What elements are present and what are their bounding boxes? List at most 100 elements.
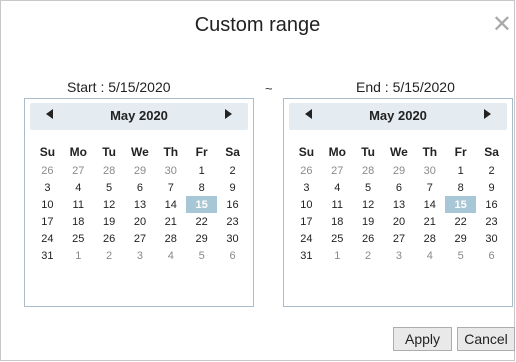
day-cell[interactable]: 8 [445, 179, 476, 196]
day-cell[interactable]: 28 [155, 230, 186, 247]
day-cell[interactable]: 19 [94, 213, 125, 230]
day-cell[interactable]: 26 [291, 162, 322, 179]
day-cell[interactable]: 17 [291, 213, 322, 230]
day-cell[interactable]: 10 [32, 196, 63, 213]
weekday-label: Fr [454, 145, 467, 159]
day-cell[interactable]: 28 [94, 162, 125, 179]
next-month-icon[interactable] [225, 109, 232, 119]
selected-day-cell[interactable]: 15 [186, 196, 218, 213]
day-cell[interactable]: 24 [291, 230, 322, 247]
day-cell[interactable]: 27 [125, 230, 156, 247]
day-cell[interactable]: 7 [414, 179, 445, 196]
day-cell[interactable]: 1 [186, 162, 217, 179]
week-row: 10 11 12 13 14 15 16 [291, 196, 507, 213]
day-cell[interactable]: 5 [445, 247, 476, 264]
day-cell[interactable]: 30 [414, 162, 445, 179]
day-cell[interactable]: 28 [353, 162, 384, 179]
day-cell[interactable]: 30 [476, 230, 507, 247]
week-row: 31 1 2 3 4 5 6 [32, 247, 248, 264]
cancel-button[interactable]: Cancel [457, 327, 515, 351]
day-cell[interactable]: 27 [322, 162, 353, 179]
day-cell[interactable]: 2 [476, 162, 507, 179]
day-cell[interactable]: 14 [155, 196, 186, 213]
day-cell[interactable]: 5 [186, 247, 217, 264]
day-cell[interactable]: 6 [384, 179, 415, 196]
day-cell[interactable]: 1 [63, 247, 94, 264]
week-row: 10 11 12 13 14 15 16 [32, 196, 248, 213]
day-cell[interactable]: 29 [186, 230, 217, 247]
day-cell[interactable]: 4 [63, 179, 94, 196]
day-cell[interactable]: 23 [476, 213, 507, 230]
weekday-label: Sa [225, 145, 240, 159]
day-cell[interactable]: 12 [353, 196, 384, 213]
next-month-icon[interactable] [484, 109, 491, 119]
day-cell[interactable]: 4 [322, 179, 353, 196]
day-cell[interactable]: 16 [476, 196, 507, 213]
day-cell[interactable]: 25 [63, 230, 94, 247]
weekday-label: Su [39, 145, 56, 159]
day-cell[interactable]: 4 [414, 247, 445, 264]
day-cell[interactable]: 30 [155, 162, 186, 179]
day-cell[interactable]: 11 [322, 196, 353, 213]
day-cell[interactable]: 26 [94, 230, 125, 247]
day-cell[interactable]: 18 [63, 213, 94, 230]
day-cell[interactable]: 21 [414, 213, 445, 230]
day-cell[interactable]: 2 [94, 247, 125, 264]
day-cell[interactable]: 10 [291, 196, 322, 213]
close-icon[interactable]: ✕ [492, 13, 512, 37]
day-cell[interactable]: 24 [32, 230, 63, 247]
day-cell[interactable]: 9 [476, 179, 507, 196]
day-cell[interactable]: 22 [445, 213, 476, 230]
day-cell[interactable]: 20 [125, 213, 156, 230]
weekday-label: Fr [195, 145, 208, 159]
day-cell[interactable]: 8 [186, 179, 217, 196]
day-cell[interactable]: 29 [445, 230, 476, 247]
day-cell[interactable]: 7 [155, 179, 186, 196]
day-cell[interactable]: 6 [476, 247, 507, 264]
day-cell[interactable]: 5 [94, 179, 125, 196]
day-cell[interactable]: 1 [322, 247, 353, 264]
day-cell[interactable]: 9 [217, 179, 248, 196]
day-cell[interactable]: 17 [32, 213, 63, 230]
day-cell[interactable]: 2 [217, 162, 248, 179]
day-cell[interactable]: 1 [445, 162, 476, 179]
day-cell[interactable]: 11 [63, 196, 94, 213]
day-cell[interactable]: 5 [353, 179, 384, 196]
day-cell[interactable]: 31 [291, 247, 322, 264]
selected-day-cell[interactable]: 15 [445, 196, 477, 213]
month-title[interactable]: May 2020 [289, 108, 507, 123]
day-cell[interactable]: 13 [125, 196, 156, 213]
day-cell[interactable]: 21 [155, 213, 186, 230]
day-cell[interactable]: 26 [32, 162, 63, 179]
day-cell[interactable]: 6 [217, 247, 248, 264]
weekday-row: Su Mo Tu We Th Fr Sa [32, 142, 248, 162]
day-cell[interactable]: 27 [63, 162, 94, 179]
day-cell[interactable]: 25 [322, 230, 353, 247]
day-cell[interactable]: 4 [155, 247, 186, 264]
day-cell[interactable]: 3 [384, 247, 415, 264]
month-title[interactable]: May 2020 [30, 108, 248, 123]
day-cell[interactable]: 3 [32, 179, 63, 196]
day-cell[interactable]: 2 [353, 247, 384, 264]
day-cell[interactable]: 20 [384, 213, 415, 230]
day-cell[interactable]: 29 [125, 162, 156, 179]
day-cell[interactable]: 22 [186, 213, 217, 230]
day-cell[interactable]: 19 [353, 213, 384, 230]
day-cell[interactable]: 6 [125, 179, 156, 196]
day-cell[interactable]: 30 [217, 230, 248, 247]
day-cell[interactable]: 12 [94, 196, 125, 213]
day-cell[interactable]: 3 [291, 179, 322, 196]
end-date-label: End : 5/15/2020 [356, 79, 455, 95]
day-cell[interactable]: 31 [32, 247, 63, 264]
day-cell[interactable]: 28 [414, 230, 445, 247]
day-cell[interactable]: 26 [353, 230, 384, 247]
day-cell[interactable]: 27 [384, 230, 415, 247]
day-cell[interactable]: 23 [217, 213, 248, 230]
apply-button[interactable]: Apply [393, 327, 452, 351]
day-cell[interactable]: 16 [217, 196, 248, 213]
day-cell[interactable]: 18 [322, 213, 353, 230]
day-cell[interactable]: 14 [414, 196, 445, 213]
day-cell[interactable]: 13 [384, 196, 415, 213]
day-cell[interactable]: 3 [125, 247, 156, 264]
day-cell[interactable]: 29 [384, 162, 415, 179]
